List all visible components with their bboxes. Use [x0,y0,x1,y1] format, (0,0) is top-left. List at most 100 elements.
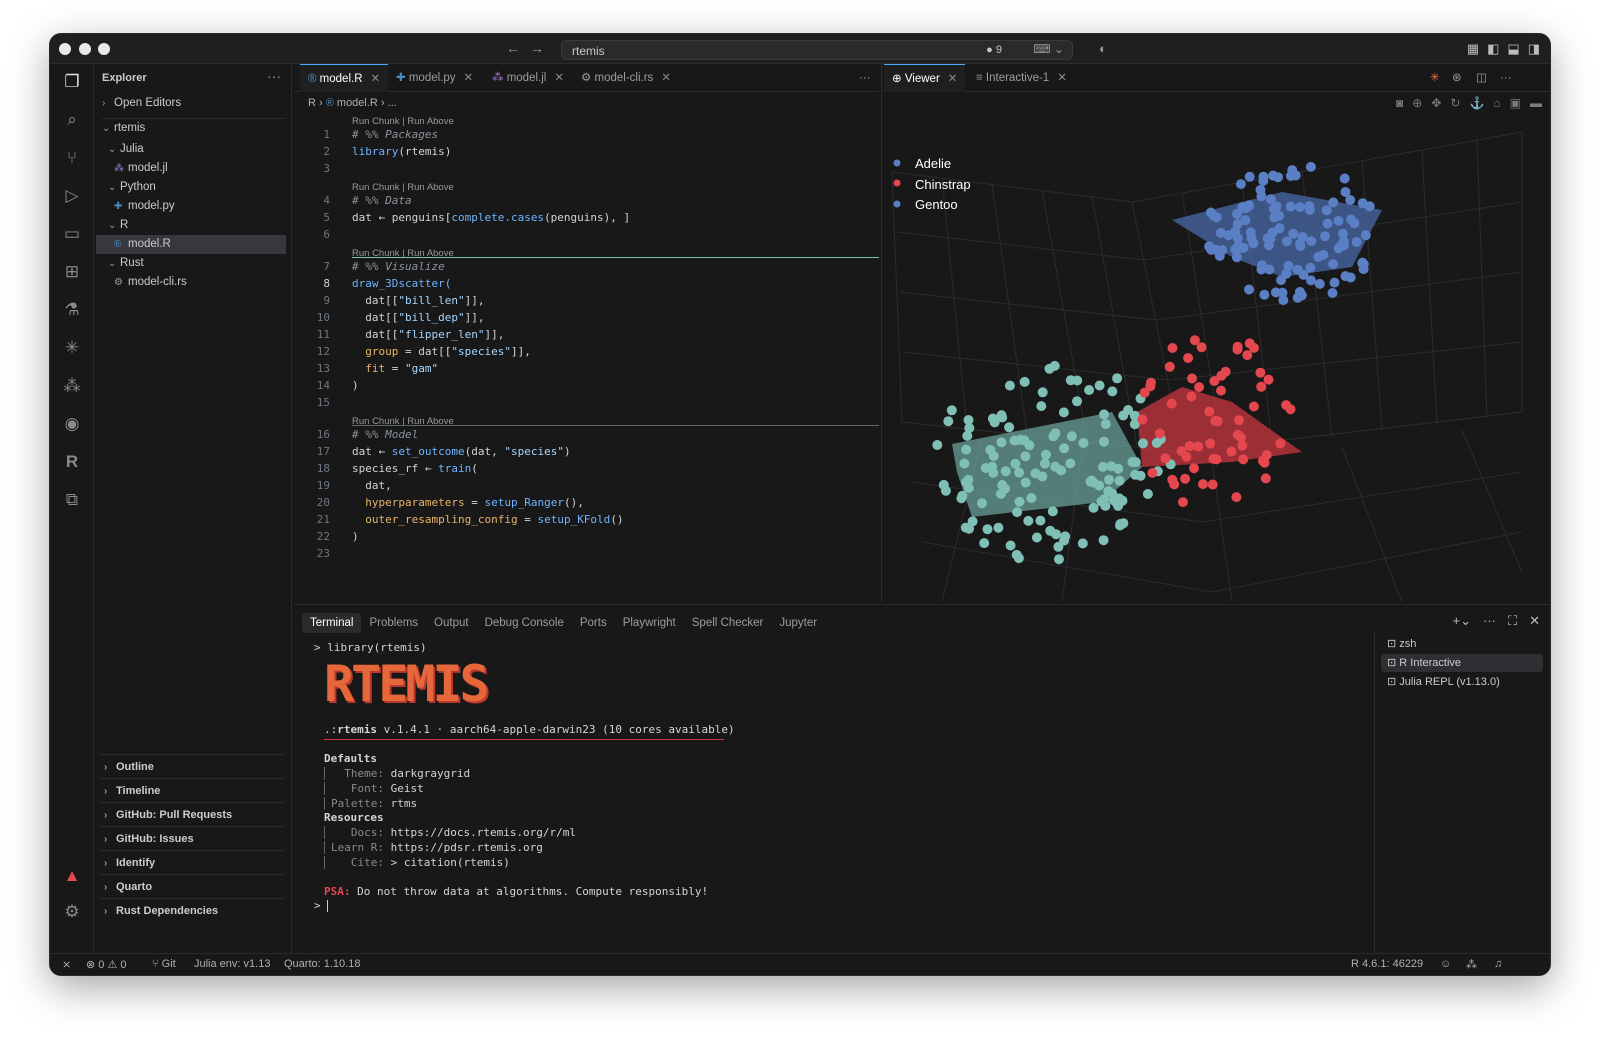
close-icon[interactable]: ✕ [554,72,564,84]
run-debug-icon[interactable]: ▷ [60,184,84,208]
claude-icon[interactable]: ✳ [1430,64,1440,92]
legend-label-chinstrap[interactable]: Chinstrap [915,177,971,192]
terminal-r-interactive[interactable]: ⊡ R Interactive [1381,654,1543,672]
forward-arrow-icon[interactable]: → [530,40,544,56]
tab-problems[interactable]: Problems [361,613,426,633]
close-icon[interactable]: ✕ [464,72,474,84]
tree-file-model-jl[interactable]: ⁂ model.jl [114,159,168,178]
editor-more-actions-icon[interactable]: ··· [859,64,871,92]
line-number: 8 [323,277,330,290]
identify-section[interactable]: › Identify [100,850,284,874]
git-status[interactable]: ⑂ Git [152,958,176,970]
close-icon[interactable]: ✕ [661,72,671,84]
outline-section[interactable]: › Outline [100,754,284,778]
resource-link[interactable]: https://docs.rtemis.org/r/ml [391,826,576,839]
tree-file-model-cli-rs[interactable]: ⚙ model-cli.rs [114,273,187,292]
code-editor[interactable]: Run Chunk | Run Above 1 # %% Packages 2 … [294,112,879,602]
more-actions-icon[interactable]: ··· [267,68,281,84]
tree-folder-julia[interactable]: ⌄ Julia [108,140,144,159]
remote-explorer-icon[interactable]: ▭ [60,222,84,246]
github-pull-requests-section[interactable]: › GitHub: Pull Requests [100,802,284,826]
zoom-window-button[interactable] [98,43,110,55]
layout-icon[interactable]: ▦ [1467,41,1479,57]
settings-gear-icon[interactable]: ⚙ [60,900,84,924]
minimize-window-button[interactable] [79,43,91,55]
r-session-status[interactable]: R 4.6.1: 46229 [1351,958,1423,970]
terminal-prompt[interactable]: > [314,899,329,912]
secondary-sidebar-toggle-icon[interactable]: ◨ [1528,41,1540,57]
tab-output[interactable]: Output [426,613,477,633]
close-icon[interactable]: ✕ [948,73,958,85]
breadcrumb-folder[interactable]: R [308,97,316,109]
tree-folder-python[interactable]: ⌄ Python [108,178,156,197]
remote-icon[interactable]: ⨯ [62,958,71,971]
tree-folder-r[interactable]: ⌄ R [108,216,128,235]
close-panel-icon[interactable]: ✕ [1529,613,1540,629]
tab-playwright[interactable]: Playwright [615,613,684,633]
gentoo-point [1114,475,1125,486]
legend-label-adelie[interactable]: Adelie [915,156,951,171]
diagram-icon[interactable]: ⧉ [60,488,84,512]
tree-file-model-py[interactable]: ✚ model.py [114,197,175,216]
quarto-status[interactable]: Quarto: 1.10.18 [284,958,360,970]
notifications-bell-icon[interactable]: ♫ [1494,958,1502,970]
terminal-zsh[interactable]: ⊡ zsh [1381,635,1543,653]
chat-icon[interactable]: ⌨ ⌄ [1033,42,1064,56]
problems-status[interactable]: ⊗ 0 ⚠ 0 [86,958,127,971]
legend-label-gentoo[interactable]: Gentoo [915,197,958,212]
tab-terminal[interactable]: Terminal [302,613,362,633]
tab-interactive-1[interactable]: ≡ Interactive-1 ✕ [976,64,1067,92]
terminal-julia-repl[interactable]: ⊡ Julia REPL (v1.13.0) [1381,673,1543,691]
copilot-icon[interactable]: ◐ [1099,41,1107,56]
breadcrumb-symbol[interactable]: ... [388,97,397,109]
new-terminal-icon[interactable]: +⌄ [1453,613,1471,629]
tab-spell-checker[interactable]: Spell Checker [684,613,772,633]
tab-model-r[interactable]: ® model.R ✕ [300,64,389,92]
tab-debug-console[interactable]: Debug Console [477,613,572,633]
explorer-icon[interactable]: ❐ [60,70,84,94]
tab-model-jl[interactable]: ⁂ model.jl ✕ [492,64,564,92]
search-icon[interactable]: ⌕ [60,108,84,132]
tab-model-py[interactable]: ✚ model.py ✕ [396,64,473,92]
back-arrow-icon[interactable]: ← [506,40,520,56]
timeline-section[interactable]: › Timeline [100,778,284,802]
breadcrumb-file[interactable]: model.R [337,97,378,109]
extensions-icon[interactable]: ⊞ [60,260,84,284]
openai-icon[interactable]: ⊛ [1452,64,1462,92]
open-editors-section[interactable]: › Open Editors [102,94,286,113]
sidebar-toggle-icon[interactable]: ◧ [1487,41,1499,57]
line-number: 18 [316,462,330,475]
more-actions-icon[interactable]: ··· [1483,613,1496,629]
viewer-more-actions-icon[interactable]: ··· [1500,64,1512,92]
workspace-root[interactable]: ⌄ rtemis [102,118,286,137]
scatter-3d-plot[interactable]: Adelie Chinstrap Gentoo [882,92,1551,602]
tree-folder-rust[interactable]: ⌄ Rust [108,254,144,273]
tab-model-cli-rs[interactable]: ⚙ model-cli.rs ✕ [581,64,671,92]
rust-dependencies-section[interactable]: › Rust Dependencies [100,898,284,922]
tab-viewer[interactable]: ⊕ Viewer ✕ [884,64,966,92]
julia-env-status[interactable]: Julia env: v1.13 [194,958,270,970]
command-center-search[interactable]: rtemis ● 9 ⌨ ⌄ [561,40,1073,60]
accounts-status-icon[interactable]: ⁂ [1466,958,1477,971]
problems-badge[interactable]: ● 9 [986,44,1002,56]
r-icon[interactable]: R [60,450,84,474]
github-icon[interactable]: ◉ [60,412,84,436]
tree-file-model-r[interactable]: ® model.R [96,235,286,254]
github-issues-section[interactable]: › GitHub: Issues [100,826,284,850]
testing-icon[interactable]: ⚗ [60,298,84,322]
graph-icon[interactable]: ⁂ [60,374,84,398]
accounts-icon[interactable]: ▲ [60,864,84,888]
resource-link[interactable]: https://pdsr.rtemis.org [391,841,543,854]
tab-jupyter[interactable]: Jupyter [771,613,825,633]
tab-ports[interactable]: Ports [572,613,615,633]
claude-icon[interactable]: ✳ [60,336,84,360]
maximize-panel-icon[interactable]: ⛶ [1508,613,1517,629]
close-icon[interactable]: ✕ [371,73,381,85]
quarto-section[interactable]: › Quarto [100,874,284,898]
split-editor-icon[interactable]: ◫ [1476,64,1487,92]
copilot-status-icon[interactable]: ☺ [1440,958,1451,970]
close-window-button[interactable] [59,43,71,55]
close-icon[interactable]: ✕ [1057,72,1067,84]
source-control-icon[interactable]: ⑂ [60,146,84,170]
panel-toggle-icon[interactable]: ⬓ [1507,41,1519,57]
